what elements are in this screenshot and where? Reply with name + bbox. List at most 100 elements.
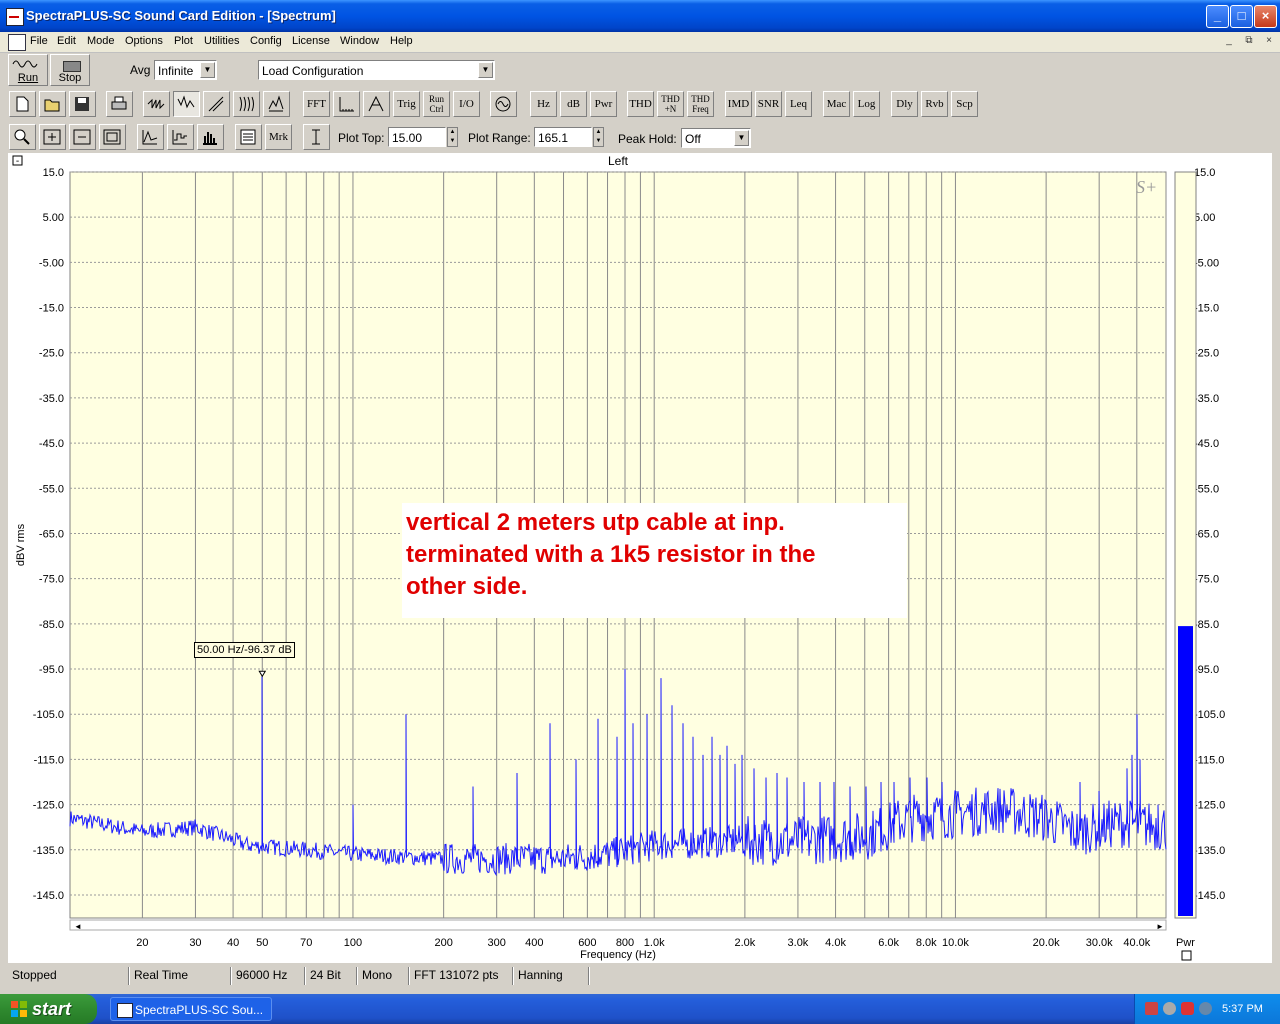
marker-readout: 50.00 Hz/-96.37 dB	[194, 642, 295, 658]
meter-tick-label: -65.0	[1194, 528, 1219, 540]
meter-tick-label: -15.0	[1194, 303, 1219, 315]
zoom-out-button[interactable]	[69, 124, 96, 150]
marker-button[interactable]: Mrk	[265, 124, 292, 150]
run-button[interactable]: Run	[8, 54, 48, 86]
x-tick-label: 40.0k	[1123, 937, 1150, 949]
new-button[interactable]	[9, 91, 36, 117]
menu-options[interactable]: Options	[125, 35, 163, 47]
power-meter-label: Pwr	[1176, 937, 1195, 949]
x-tick-label: 40	[227, 937, 239, 949]
menu-license[interactable]: License	[292, 35, 330, 47]
zoom-full-button[interactable]	[99, 124, 126, 150]
plot-top-input[interactable]: 15.00	[388, 127, 446, 147]
delay-button[interactable]: Dly	[891, 91, 918, 117]
status-sample-rate: 96000 Hz	[236, 968, 288, 982]
run-ctrl-button[interactable]: Run Ctrl	[423, 91, 450, 117]
annotation-line: vertical 2 meters utp cable at inp.	[406, 509, 785, 536]
meter-tick-label: -75.0	[1194, 574, 1219, 586]
plot-settings-button[interactable]	[235, 124, 262, 150]
thd-button[interactable]: THD	[627, 91, 654, 117]
trigger-button[interactable]: Trig	[393, 91, 420, 117]
db-button[interactable]: dB	[560, 91, 587, 117]
app-icon[interactable]	[6, 8, 24, 26]
macro-button[interactable]: Mac	[823, 91, 850, 117]
spectrogram-view-button[interactable]	[233, 91, 260, 117]
status-window: Hanning	[518, 968, 563, 982]
menu-edit[interactable]: Edit	[57, 35, 76, 47]
config-select[interactable]: Load Configuration ▼	[258, 60, 495, 80]
chevron-down-icon[interactable]: ▼	[734, 130, 749, 146]
menu-file[interactable]: File	[30, 35, 48, 47]
timeseries-view-button[interactable]	[143, 91, 170, 117]
phase-view-button[interactable]	[203, 91, 230, 117]
snr-button[interactable]: SNR	[755, 91, 782, 117]
fft-button[interactable]: FFT	[303, 91, 330, 117]
mdi-restore-button[interactable]: ⧉	[1242, 34, 1256, 48]
io-button[interactable]: I/O	[453, 91, 480, 117]
peak-hold-value: Off	[685, 132, 701, 146]
y-tick-label: -85.0	[39, 619, 64, 631]
signal-generator-button[interactable]	[490, 91, 517, 117]
menu-mode[interactable]: Mode	[87, 35, 115, 47]
bar-plot-button[interactable]	[197, 124, 224, 150]
minimize-button[interactable]: _	[1206, 5, 1229, 28]
document-icon[interactable]	[8, 34, 26, 51]
y-tick-label: -135.0	[33, 845, 64, 857]
network-icon[interactable]	[1145, 1002, 1158, 1015]
reverb-button[interactable]: Rvb	[921, 91, 948, 117]
mdi-close-button[interactable]: ×	[1262, 34, 1276, 48]
sine-generator-icon	[495, 96, 511, 112]
step-plot-button[interactable]	[167, 124, 194, 150]
taskbar-item-spectraplus[interactable]: SpectraPLUS-SC Sou...	[110, 997, 272, 1021]
3d-surface-view-button[interactable]	[263, 91, 290, 117]
mdi-minimize-button[interactable]: _	[1222, 34, 1236, 48]
print-button[interactable]	[106, 91, 133, 117]
close-button[interactable]: ×	[1254, 5, 1277, 28]
menu-help[interactable]: Help	[390, 35, 413, 47]
window-title: SpectraPLUS-SC Sound Card Edition - [Spe…	[26, 8, 336, 23]
plot-range-spinner[interactable]: ▲ ▼	[593, 127, 604, 147]
chevron-down-icon[interactable]: ▼	[200, 62, 215, 78]
average-button[interactable]	[363, 91, 390, 117]
zoom-in-button[interactable]	[39, 124, 66, 150]
menu-window[interactable]: Window	[340, 35, 379, 47]
pwr-button[interactable]: Pwr	[590, 91, 617, 117]
x-tick-label: 100	[344, 937, 362, 949]
open-button[interactable]	[39, 91, 66, 117]
antivirus-icon[interactable]	[1199, 1002, 1212, 1015]
new-file-icon	[16, 96, 29, 112]
security-shield-icon[interactable]	[1181, 1002, 1194, 1015]
thd-freq-button[interactable]: THD Freq	[687, 91, 714, 117]
save-button[interactable]	[69, 91, 96, 117]
scale-button[interactable]	[333, 91, 360, 117]
menu-config[interactable]: Config	[250, 35, 282, 47]
spectrum-view-button[interactable]	[173, 91, 200, 117]
plot-top-spinner[interactable]: ▲ ▼	[447, 127, 458, 147]
volume-icon[interactable]	[1163, 1002, 1176, 1015]
config-value: Load Configuration	[262, 64, 364, 78]
log-button[interactable]: Log	[853, 91, 880, 117]
meter-collapse-box	[1181, 950, 1192, 961]
plot-range-input[interactable]: 165.1	[534, 127, 592, 147]
imd-button[interactable]: IMD	[725, 91, 752, 117]
open-folder-icon	[44, 99, 60, 112]
x-tick-label: 400	[525, 937, 543, 949]
thd-n-button[interactable]: THD +N	[657, 91, 684, 117]
avg-select[interactable]: Infinite ▼	[154, 60, 217, 80]
scope-button[interactable]: Scp	[951, 91, 978, 117]
stop-button[interactable]: Stop	[50, 54, 90, 86]
y-tick-label: 15.0	[43, 167, 64, 179]
menu-plot[interactable]: Plot	[174, 35, 193, 47]
chevron-down-icon[interactable]: ▼	[478, 62, 493, 78]
annotation-text-box[interactable]: vertical 2 meters utp cable at inp. term…	[402, 503, 907, 618]
line-plot-button[interactable]	[137, 124, 164, 150]
maximize-button[interactable]: □	[1230, 5, 1253, 28]
line-plot-icon	[142, 130, 158, 145]
hz-button[interactable]: Hz	[530, 91, 557, 117]
horizontal-scrollbar	[69, 919, 1167, 931]
leq-button[interactable]: Leq	[785, 91, 812, 117]
zoom-button[interactable]	[9, 124, 36, 150]
cursor-button[interactable]	[303, 124, 330, 150]
peak-hold-select[interactable]: Off ▼	[681, 128, 751, 148]
menu-utilities[interactable]: Utilities	[204, 35, 239, 47]
